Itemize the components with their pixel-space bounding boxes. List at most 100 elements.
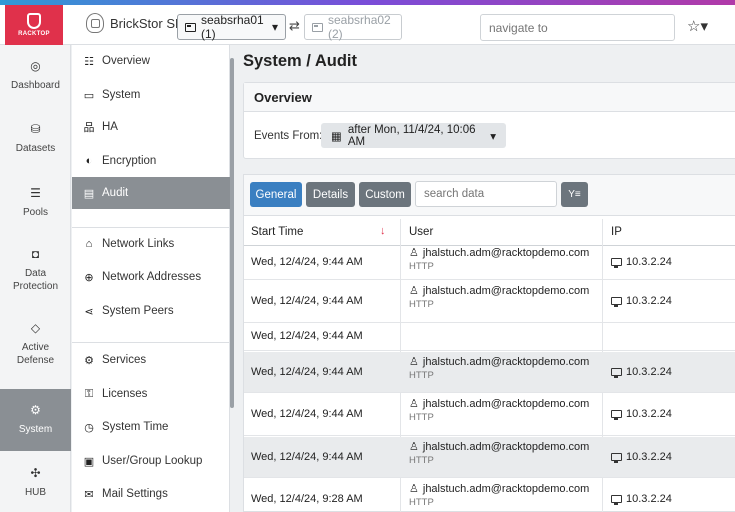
ip-value: 10.3.2.24 xyxy=(626,408,672,420)
rail-label: Datasets xyxy=(15,143,56,154)
subnav-label: Encryption xyxy=(102,155,157,167)
sitemap-icon: 品 xyxy=(83,122,95,134)
app-name: BrickStor SP xyxy=(110,15,184,31)
primary-host-button[interactable]: seabsrha01 (1) ▾ xyxy=(177,13,286,41)
server-icon xyxy=(185,22,196,32)
user-icon: ♙ xyxy=(409,285,419,297)
globe-icon: ⊕ xyxy=(84,271,94,284)
rail-item-pools[interactable]: ☰ Pools xyxy=(0,177,71,229)
table-row[interactable]: Wed, 12/4/24, 9:44 AM ♙ jhalstuch.adm@rac… xyxy=(244,246,735,280)
start-time-cell: Wed, 12/4/24, 9:44 AM xyxy=(251,451,363,463)
table-row[interactable]: Wed, 12/4/24, 9:44 AM ♙ jhalstuch.adm@rac… xyxy=(244,281,735,323)
rail-label: Dashboard xyxy=(11,80,60,91)
filter-icon[interactable]: Y≡ xyxy=(561,182,588,207)
search-input[interactable] xyxy=(415,181,557,207)
brickstor-icon xyxy=(86,13,104,33)
user-email: jhalstuch.adm@racktopdemo.com xyxy=(422,482,590,495)
subnav-item-licenses[interactable]: ⚿ Licenses xyxy=(72,378,230,410)
subnav-label: Licenses xyxy=(102,388,148,400)
protocol-label: HTTP xyxy=(409,261,434,272)
custom-view-button[interactable]: Custom xyxy=(359,182,411,207)
monitor-icon xyxy=(611,410,622,420)
table-row[interactable]: Wed, 12/4/24, 9:44 AM ♙ jhalstuch.adm@rac… xyxy=(244,394,735,436)
rail-item-system[interactable]: ⚙ System xyxy=(0,389,71,451)
column-header-ip[interactable]: IP xyxy=(611,226,622,238)
table-header: Start Time ↓ User IP xyxy=(244,219,735,246)
table-row[interactable]: Wed, 12/4/24, 9:44 AM ♙ jhalstuch.adm@rac… xyxy=(244,437,735,478)
chevron-down-icon: ▾ xyxy=(490,130,496,143)
subnav-item-system[interactable]: ▭ System xyxy=(72,79,230,111)
encryption-icon: ◐ xyxy=(85,155,93,167)
protocol-label: HTTP xyxy=(409,370,434,381)
rail-item-active-defense[interactable]: ◇ Active Defense xyxy=(0,315,71,373)
rail-item-hub[interactable]: ✣ HUB xyxy=(0,457,71,509)
details-view-button[interactable]: Details xyxy=(306,182,355,207)
general-view-button[interactable]: General xyxy=(250,182,302,207)
rail-label: Pools xyxy=(22,207,48,218)
subnav-item-system-time[interactable]: ◷ System Time xyxy=(72,411,230,443)
page-title: System / Audit xyxy=(243,52,357,70)
user-cell: ♙ jhalstuch.adm@racktopdemo.com HTTP xyxy=(409,482,590,509)
favorites-star-icon[interactable]: ☆▾ xyxy=(687,17,708,35)
ip-cell: 10.3.2.24 xyxy=(611,408,672,420)
subnav-item-overview[interactable]: ☷ Overview xyxy=(72,45,230,77)
events-from-dropdown[interactable]: ▦ after Mon, 11/4/24, 10:06 AM ▾ xyxy=(321,123,506,148)
ip-cell: 10.3.2.24 xyxy=(611,366,672,378)
start-time-cell: Wed, 12/4/24, 9:28 AM xyxy=(251,493,363,505)
start-time-cell: Wed, 12/4/24, 9:44 AM xyxy=(251,408,363,420)
audit-table-card: General Details Custom Y≡ Start Time ↓ U… xyxy=(243,174,735,512)
monitor-icon xyxy=(611,258,622,268)
sort-desc-icon[interactable]: ↓ xyxy=(380,225,386,237)
secondary-host-label: seabsrha02 (2) xyxy=(328,13,391,41)
share-icon: ⋖ xyxy=(84,305,94,318)
subnav-item-user-group-lookup[interactable]: ▣ User/Group Lookup xyxy=(72,445,230,477)
navigate-input[interactable] xyxy=(480,14,675,41)
table-row[interactable]: Wed, 12/4/24, 9:44 AM xyxy=(244,324,735,351)
license-icon: ⚿ xyxy=(84,387,94,400)
column-header-user[interactable]: User xyxy=(409,226,433,238)
start-time-cell: Wed, 12/4/24, 9:44 AM xyxy=(251,330,363,342)
user-cell: ♙ jhalstuch.adm@racktopdemo.com HTTP xyxy=(409,284,590,311)
server-icon xyxy=(312,22,323,32)
rail-item-data-protection[interactable]: ◘ Data Protection xyxy=(0,241,71,299)
column-header-start-time[interactable]: Start Time xyxy=(251,226,303,238)
subnav-divider xyxy=(72,342,230,343)
subnav-item-system-peers[interactable]: ⋖ System Peers xyxy=(72,295,230,327)
protocol-label: HTTP xyxy=(409,412,434,423)
subnav-item-encryption[interactable]: ◐ Encryption xyxy=(72,145,230,177)
racktop-logo[interactable]: RACKTOP xyxy=(5,5,63,45)
subnav-item-network-links[interactable]: ⌂ Network Links xyxy=(72,228,230,260)
subnav-label: Overview xyxy=(102,55,150,67)
cloud-icon: ⌂ xyxy=(85,238,93,250)
monitor-icon xyxy=(611,453,622,463)
rail-item-dashboard[interactable]: ◎ Dashboard xyxy=(0,50,71,102)
ip-value: 10.3.2.24 xyxy=(626,493,672,505)
logo-shield-icon xyxy=(27,13,41,29)
user-icon: ♙ xyxy=(409,441,419,453)
user-icon: ♙ xyxy=(409,356,419,368)
subnav-item-audit[interactable]: ▤ Audit xyxy=(72,177,230,209)
ip-cell: 10.3.2.24 xyxy=(611,256,672,268)
monitor-icon xyxy=(611,368,622,378)
subnav-item-network-addresses[interactable]: ⊕ Network Addresses xyxy=(72,261,230,293)
rail-item-datasets[interactable]: ⛁ Datasets xyxy=(0,113,71,165)
overview-card: Overview Events From: ▦ after Mon, 11/4/… xyxy=(243,82,735,159)
subnav-item-ha[interactable]: 品 HA xyxy=(72,111,230,143)
main-rail: ◎ Dashboard ⛁ Datasets ☰ Pools ◘ Data Pr… xyxy=(0,45,71,512)
table-row[interactable]: Wed, 12/4/24, 9:44 AM ♙ jhalstuch.adm@rac… xyxy=(244,352,735,393)
subnav-scrollbar[interactable] xyxy=(230,58,234,408)
table-row[interactable]: Wed, 12/4/24, 9:28 AM ♙ jhalstuch.adm@rac… xyxy=(244,479,735,512)
start-time-cell: Wed, 12/4/24, 9:44 AM xyxy=(251,366,363,378)
top-bar: RACKTOP BrickStor SP seabsrha01 (1) ▾ ⇄ … xyxy=(0,5,735,45)
swap-hosts-icon[interactable]: ⇄ xyxy=(289,18,300,34)
user-email: jhalstuch.adm@racktopdemo.com xyxy=(422,284,590,297)
subnav-item-mail-settings[interactable]: ✉ Mail Settings xyxy=(72,478,230,510)
subnav-label: System Time xyxy=(102,421,169,433)
user-email: jhalstuch.adm@racktopdemo.com xyxy=(422,355,590,368)
user-email: jhalstuch.adm@racktopdemo.com xyxy=(422,397,590,410)
computer-icon: ▭ xyxy=(83,89,95,102)
pools-icon: ☰ xyxy=(30,186,41,200)
chevron-down-icon: ▾ xyxy=(271,20,278,34)
subnav-item-services[interactable]: ⚙ Services xyxy=(72,344,230,376)
secondary-host-button[interactable]: seabsrha02 (2) xyxy=(304,13,402,41)
